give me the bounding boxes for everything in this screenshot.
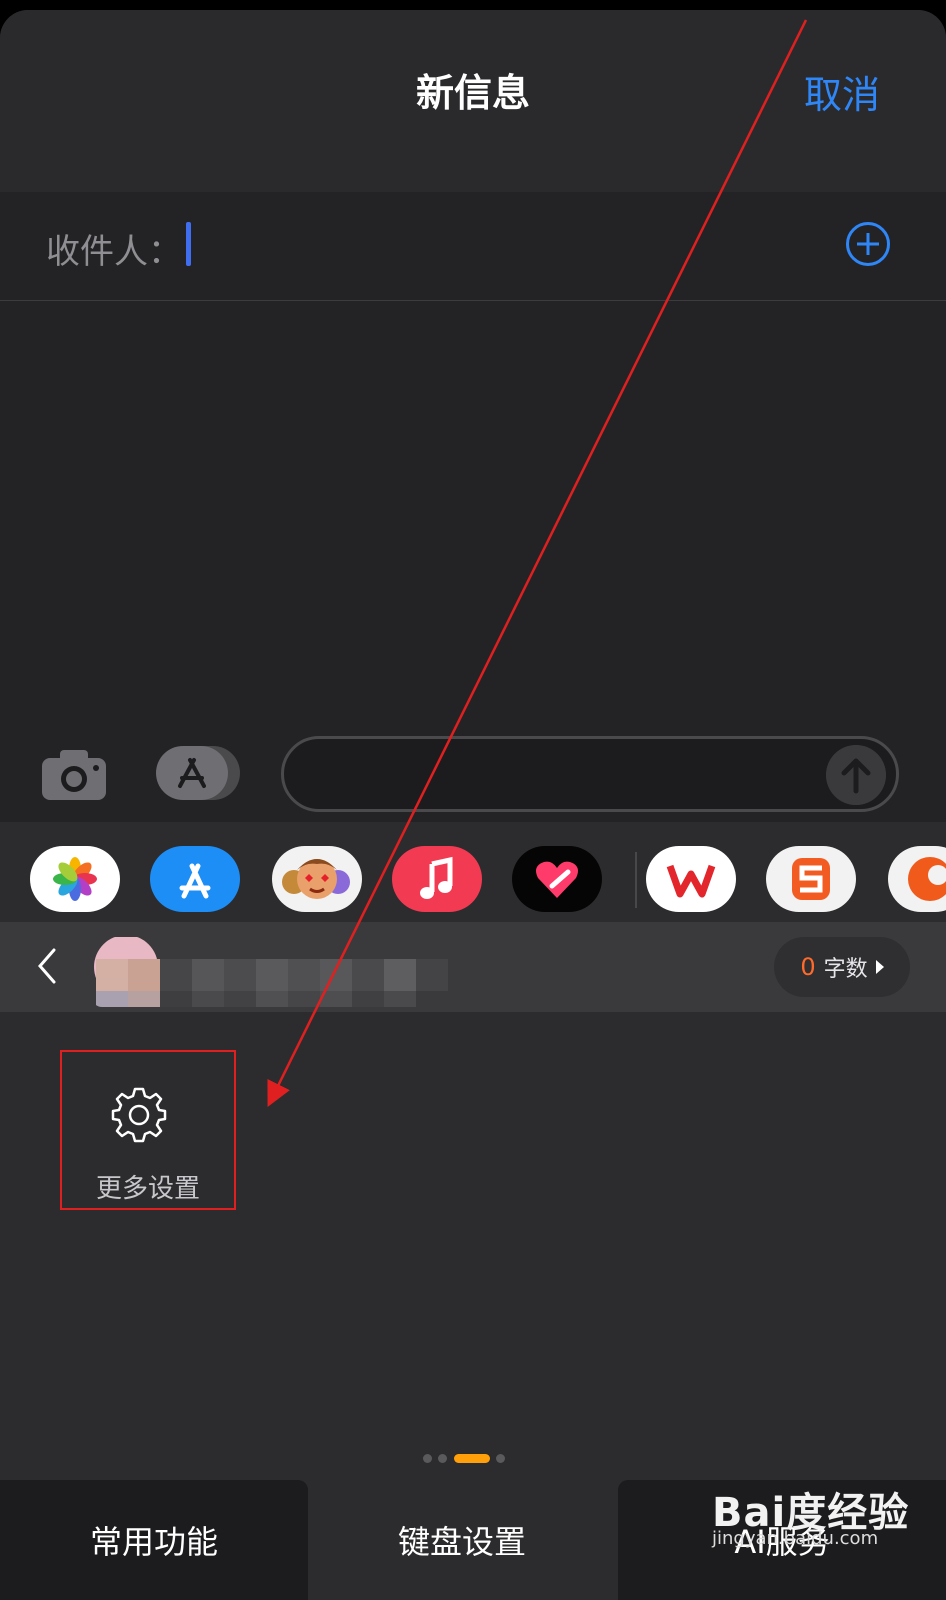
sogou-icon[interactable] [766, 846, 856, 912]
strip-separator [635, 852, 637, 908]
blurred-candidate [92, 937, 460, 1007]
heart-app-icon[interactable] [512, 846, 602, 912]
word-count-value: 0 [800, 953, 816, 981]
compose-bar [0, 736, 946, 820]
new-message-sheet: 新信息 取消 收件人： 0 字数 更多设置 [0, 10, 946, 1600]
memoji-icon[interactable] [272, 846, 362, 912]
arrow-up-icon[interactable] [826, 745, 886, 805]
page-dot [423, 1454, 432, 1463]
watermark-url: jingyan.baidu.com [712, 1528, 879, 1549]
caret-right-icon [875, 960, 884, 974]
text-caret [186, 222, 191, 266]
recipient-label: 收件人： [46, 232, 182, 272]
imessage-app-strip [0, 822, 946, 922]
word-count-label: 字数 [823, 957, 868, 982]
wps-icon[interactable] [646, 846, 736, 912]
camera-icon[interactable] [40, 748, 108, 802]
divider [0, 300, 946, 301]
tab-common-functions[interactable]: 常用功能 [0, 1480, 308, 1600]
recipient-row[interactable]: 收件人： [0, 192, 946, 300]
page-indicator [0, 1454, 946, 1464]
app-store-icon[interactable] [150, 846, 240, 912]
app-store-icon[interactable] [156, 744, 242, 802]
plus-circle-icon[interactable] [846, 222, 890, 266]
tab-keyboard-settings[interactable]: 键盘设置 [308, 1480, 616, 1600]
chevron-left-icon[interactable] [28, 944, 68, 988]
page-dot-active [454, 1454, 490, 1463]
word-count-button[interactable]: 0 字数 [774, 937, 910, 997]
keyboard-toolbar: 0 字数 [0, 922, 946, 1012]
page-dot [438, 1454, 447, 1463]
message-input[interactable] [281, 736, 899, 812]
baidu-watermark: Bai度经验 jingyan.baidu.com [712, 1470, 912, 1560]
photos-icon[interactable] [30, 846, 120, 912]
partial-app-icon[interactable] [888, 846, 946, 912]
music-icon[interactable] [392, 846, 482, 912]
page-dot [496, 1454, 505, 1463]
cancel-button[interactable]: 取消 [804, 64, 880, 119]
annotation-highlight-box [60, 1050, 236, 1210]
nav-bar: 新信息 取消 [0, 10, 946, 192]
